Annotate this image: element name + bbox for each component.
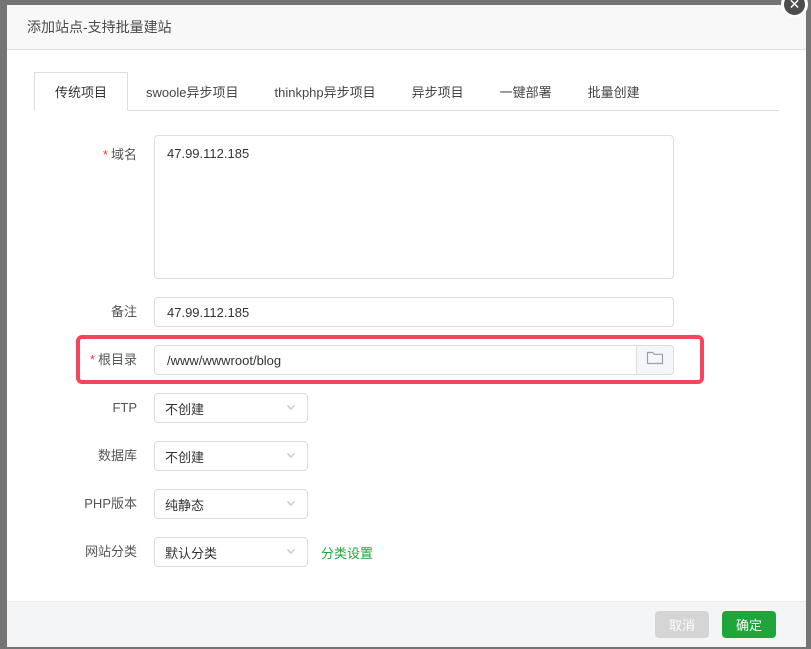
site-category-selected-value: 默认分类 xyxy=(165,543,217,562)
cancel-button[interactable]: 取消 xyxy=(655,611,709,638)
required-asterisk: * xyxy=(103,147,108,162)
required-asterisk: * xyxy=(90,352,95,367)
root-dir-input[interactable] xyxy=(154,345,637,375)
close-icon: ✕ xyxy=(789,0,801,13)
tab-bar: 传统项目 swoole异步项目 thinkphp异步项目 异步项目 一键部署 批… xyxy=(34,72,779,111)
chevron-down-icon xyxy=(285,449,297,464)
php-version-label: PHP版本 xyxy=(34,489,154,519)
chevron-down-icon xyxy=(285,497,297,512)
ftp-row: FTP 不创建 xyxy=(34,393,806,423)
add-site-dialog: 添加站点-支持批量建站 传统项目 swoole异步项目 thinkphp异步项目… xyxy=(7,5,806,647)
confirm-button[interactable]: 确定 xyxy=(722,611,776,638)
folder-icon xyxy=(646,350,664,370)
tab-swoole-async-project[interactable]: swoole异步项目 xyxy=(128,73,256,110)
tab-traditional-project[interactable]: 传统项目 xyxy=(34,72,128,111)
php-version-row: PHP版本 纯静态 xyxy=(34,489,806,519)
database-label: 数据库 xyxy=(34,441,154,471)
tab-thinkphp-async-project[interactable]: thinkphp异步项目 xyxy=(256,73,393,110)
php-version-selected-value: 纯静态 xyxy=(165,495,204,514)
site-category-label: 网站分类 xyxy=(34,537,154,567)
database-select[interactable]: 不创建 xyxy=(154,441,308,471)
note-label: 备注 xyxy=(34,297,154,327)
note-row: 备注 xyxy=(34,297,806,327)
root-dir-label: *根目录 xyxy=(34,345,154,375)
chevron-down-icon xyxy=(285,401,297,416)
note-input[interactable] xyxy=(154,297,674,327)
tab-one-click-deploy[interactable]: 一键部署 xyxy=(482,73,570,110)
dialog-header: 添加站点-支持批量建站 xyxy=(7,5,806,50)
category-settings-link[interactable]: 分类设置 xyxy=(321,543,373,562)
ftp-selected-value: 不创建 xyxy=(165,399,204,418)
add-site-form: *域名 47.99.112.185 备注 *根目录 xyxy=(7,111,806,601)
root-dir-input-group xyxy=(154,345,674,375)
ftp-select[interactable]: 不创建 xyxy=(154,393,308,423)
site-category-row: 网站分类 默认分类 分类设置 xyxy=(34,537,806,567)
dialog-footer: 取消 确定 xyxy=(7,601,806,647)
domain-label: *域名 xyxy=(34,135,154,165)
ftp-label: FTP xyxy=(34,393,154,423)
domain-textarea[interactable]: 47.99.112.185 xyxy=(154,135,674,279)
site-category-select[interactable]: 默认分类 xyxy=(154,537,308,567)
browse-directory-button[interactable] xyxy=(637,345,674,375)
database-selected-value: 不创建 xyxy=(165,447,204,466)
php-version-select[interactable]: 纯静态 xyxy=(154,489,308,519)
chevron-down-icon xyxy=(285,545,297,560)
tab-batch-create[interactable]: 批量创建 xyxy=(570,73,658,110)
database-row: 数据库 不创建 xyxy=(34,441,806,471)
root-dir-row: *根目录 xyxy=(34,345,806,375)
domain-row: *域名 47.99.112.185 xyxy=(34,135,806,279)
tab-async-project[interactable]: 异步项目 xyxy=(394,73,482,110)
dialog-title: 添加站点-支持批量建站 xyxy=(27,17,172,37)
